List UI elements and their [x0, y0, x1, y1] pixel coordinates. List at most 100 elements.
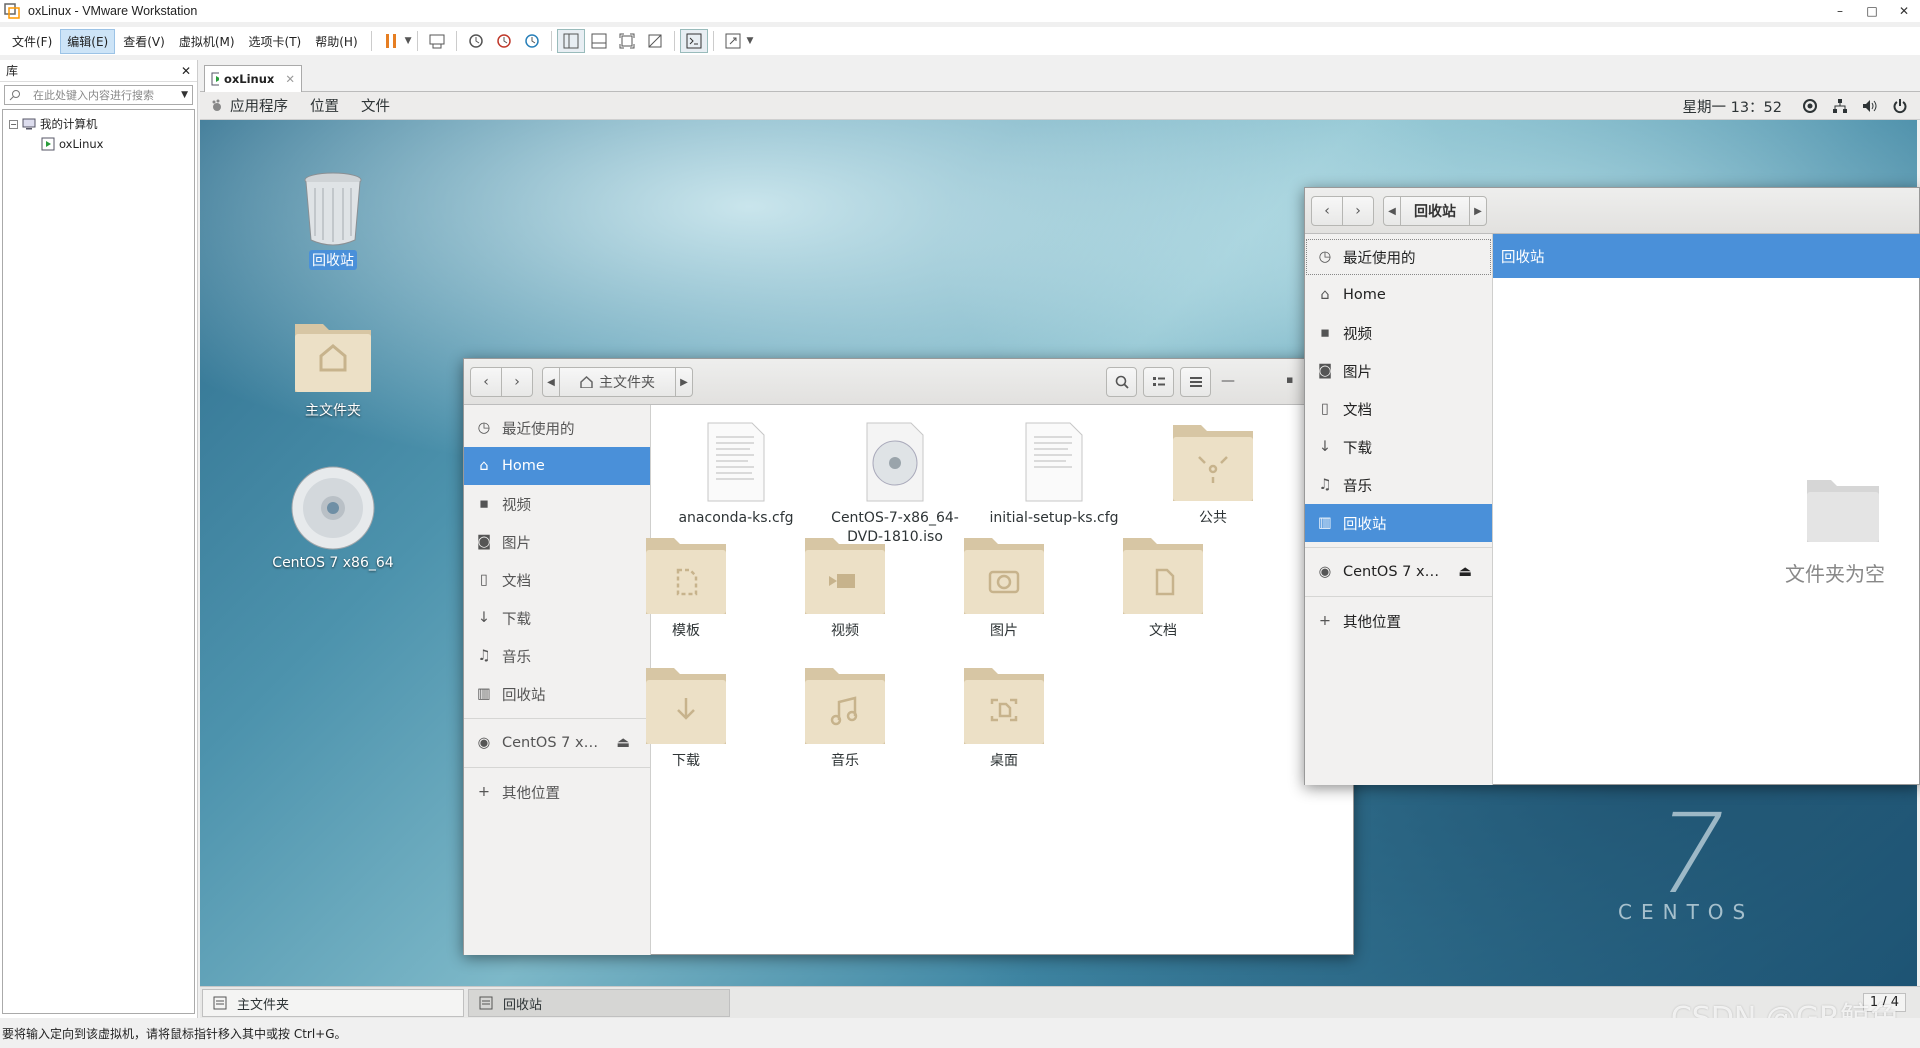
chevron-down-icon[interactable]: ▼: [405, 36, 412, 46]
pause-icon[interactable]: [377, 29, 405, 53]
search-icon: [9, 90, 20, 101]
back-button[interactable]: ‹: [1311, 196, 1343, 226]
tab-oxlinux[interactable]: oxLinux ✕: [204, 65, 302, 92]
view-list-icon: [1152, 377, 1165, 386]
path-trash-button[interactable]: 回收站: [1400, 196, 1470, 226]
back-button[interactable]: ‹: [470, 367, 502, 397]
desktop-icon-home[interactable]: 主文件夹: [263, 316, 403, 420]
snapshot-icon[interactable]: [462, 29, 490, 53]
path-right-arrow[interactable]: ▶: [1469, 196, 1487, 226]
sidebar-item-downloads[interactable]: ↓ 下载: [1305, 428, 1492, 466]
forward-button[interactable]: ›: [501, 367, 533, 397]
path-right-arrow[interactable]: ▶: [675, 367, 693, 397]
minimize-button[interactable]: –: [1824, 0, 1856, 22]
menu-file[interactable]: 文件(F): [6, 30, 58, 53]
file-item[interactable]: initial-setup-ks.cfg: [979, 421, 1129, 528]
sidebar-item-videos[interactable]: ▪ 视频: [464, 485, 650, 523]
console-icon[interactable]: [679, 29, 708, 53]
maximize-window-button[interactable]: ▪: [1286, 373, 1293, 386]
tab-close-icon[interactable]: ✕: [285, 72, 295, 86]
nautilus-home-window: ‹ › ◀ 主文件夹 ▶ — ▪ ◷ 最近使用的 ⌂ Home ▪ 视频 ◙ 图片 ▯ 文…: [463, 358, 1354, 955]
sidebar-item-home[interactable]: ⌂ Home: [1305, 276, 1492, 314]
stretch-icon[interactable]: [719, 29, 747, 53]
path-left-arrow[interactable]: ◀: [542, 367, 560, 397]
menu-vm[interactable]: 虚拟机(M): [173, 30, 241, 53]
path-left-arrow[interactable]: ◀: [1383, 196, 1401, 226]
clock[interactable]: 星期一 13：52: [1682, 96, 1782, 117]
taskbar-item-trash[interactable]: 回收站: [468, 989, 730, 1017]
folder-item[interactable]: 模板: [611, 534, 761, 641]
folder-item[interactable]: 图片: [929, 534, 1079, 641]
sidebar-item-music[interactable]: ♫ 音乐: [1305, 466, 1492, 504]
snapshot-manager-icon[interactable]: [518, 29, 546, 53]
sidebar-item-videos[interactable]: ▪ 视频: [1305, 314, 1492, 352]
power-icon[interactable]: [1892, 98, 1908, 114]
search-icon: [1115, 375, 1129, 389]
desktop-icon-trash[interactable]: 回收站: [263, 170, 403, 270]
sidebar-item-home[interactable]: ⌂ Home: [464, 447, 650, 485]
sidebar-item-recent[interactable]: ◷ 最近使用的: [464, 409, 650, 447]
sidebar-item-other-locations[interactable]: + 其他位置: [464, 773, 650, 811]
tree-node-oxlinux[interactable]: oxLinux: [9, 134, 188, 154]
menu-button[interactable]: [1180, 367, 1211, 397]
document-icon: ▯: [480, 572, 488, 588]
search-button[interactable]: [1106, 367, 1137, 397]
library-search-input[interactable]: 在此处键入内容进行搜索 ▼: [4, 85, 193, 105]
show-library-icon[interactable]: [556, 29, 585, 53]
menu-places[interactable]: 位置: [310, 95, 339, 116]
menu-view[interactable]: 查看(V): [117, 30, 171, 53]
status-text: 要将输入定向到该虚拟机，请将鼠标指针移入其中或按 Ctrl+G。: [2, 1026, 347, 1041]
empty-folder-icon: [1807, 480, 1879, 542]
close-button[interactable]: ✕: [1888, 0, 1920, 22]
folder-item[interactable]: 公共: [1138, 421, 1288, 528]
thumbnail-bar-icon[interactable]: [585, 29, 613, 53]
path-home-button[interactable]: 主文件夹: [559, 367, 676, 397]
eject-icon[interactable]: ⏏: [1458, 564, 1472, 580]
folder-item[interactable]: 音乐: [770, 664, 920, 771]
network-icon[interactable]: [1832, 98, 1848, 114]
sidebar-item-other-locations[interactable]: + 其他位置: [1305, 602, 1492, 640]
maximize-button[interactable]: □: [1856, 0, 1888, 22]
sidebar-item-cdrom[interactable]: ◉ CentOS 7 x… ⏏: [1305, 553, 1492, 591]
fullscreen-icon[interactable]: [613, 29, 641, 53]
minimize-window-button[interactable]: —: [1221, 373, 1235, 389]
chevron-down-icon[interactable]: ▼: [747, 36, 754, 46]
sidebar-item-recent[interactable]: ◷ 最近使用的: [1305, 238, 1492, 276]
folder-item[interactable]: 下载: [611, 664, 761, 771]
sidebar-item-trash[interactable]: ▥ 回收站: [1305, 504, 1492, 542]
forward-button[interactable]: ›: [1342, 196, 1374, 226]
folder-item[interactable]: 文档: [1088, 534, 1238, 641]
chevron-down-icon[interactable]: ▼: [181, 90, 188, 100]
vm-icon: [211, 72, 219, 86]
file-item[interactable]: CentOS-7-x86_64-DVD-1810.iso: [820, 421, 970, 547]
file-item[interactable]: anaconda-ks.cfg: [661, 421, 811, 528]
menu-edit[interactable]: 编辑(E): [60, 28, 116, 54]
home-icon: [580, 376, 593, 388]
send-keys-icon[interactable]: [423, 29, 451, 53]
accessibility-icon[interactable]: [1802, 98, 1818, 114]
camera-icon: ◙: [476, 534, 492, 550]
volume-icon[interactable]: [1862, 98, 1878, 114]
library-close-button[interactable]: ✕: [181, 64, 191, 78]
menu-applications[interactable]: 应用程序: [230, 95, 288, 116]
collapse-icon[interactable]: −: [9, 119, 18, 129]
sidebar-item-documents[interactable]: ▯ 文档: [1305, 390, 1492, 428]
sidebar-item-pictures[interactable]: ◙ 图片: [1305, 352, 1492, 390]
tree-node-my-computer[interactable]: − 我的计算机: [9, 114, 188, 134]
folder-item[interactable]: 桌面: [929, 664, 1079, 771]
disc-icon: ◉: [477, 735, 491, 751]
trash-sidebar: ◷ 最近使用的 ⌂ Home ▪ 视频 ◙ 图片 ▯ 文档 ↓ 下载 ♫ 音乐 ▥ 回收站 ◉ C…: [1305, 234, 1493, 785]
folder-public-icon: [1173, 425, 1253, 501]
menu-help[interactable]: 帮助(H): [309, 30, 363, 53]
menu-tabs[interactable]: 选项卡(T): [243, 30, 308, 53]
menu-files[interactable]: 文件: [361, 95, 390, 116]
revert-snapshot-icon[interactable]: [490, 29, 518, 53]
taskbar-item-home[interactable]: 主文件夹: [202, 989, 464, 1017]
unity-icon[interactable]: [641, 29, 669, 53]
desktop-icon-cdrom[interactable]: CentOS 7 x86_64: [263, 465, 403, 571]
plus-icon: +: [1318, 613, 1332, 629]
camera-icon: ◙: [1317, 363, 1333, 379]
text-file-icon: [707, 422, 765, 502]
list-view-button[interactable]: [1143, 367, 1174, 397]
folder-item[interactable]: 视频: [770, 534, 920, 641]
